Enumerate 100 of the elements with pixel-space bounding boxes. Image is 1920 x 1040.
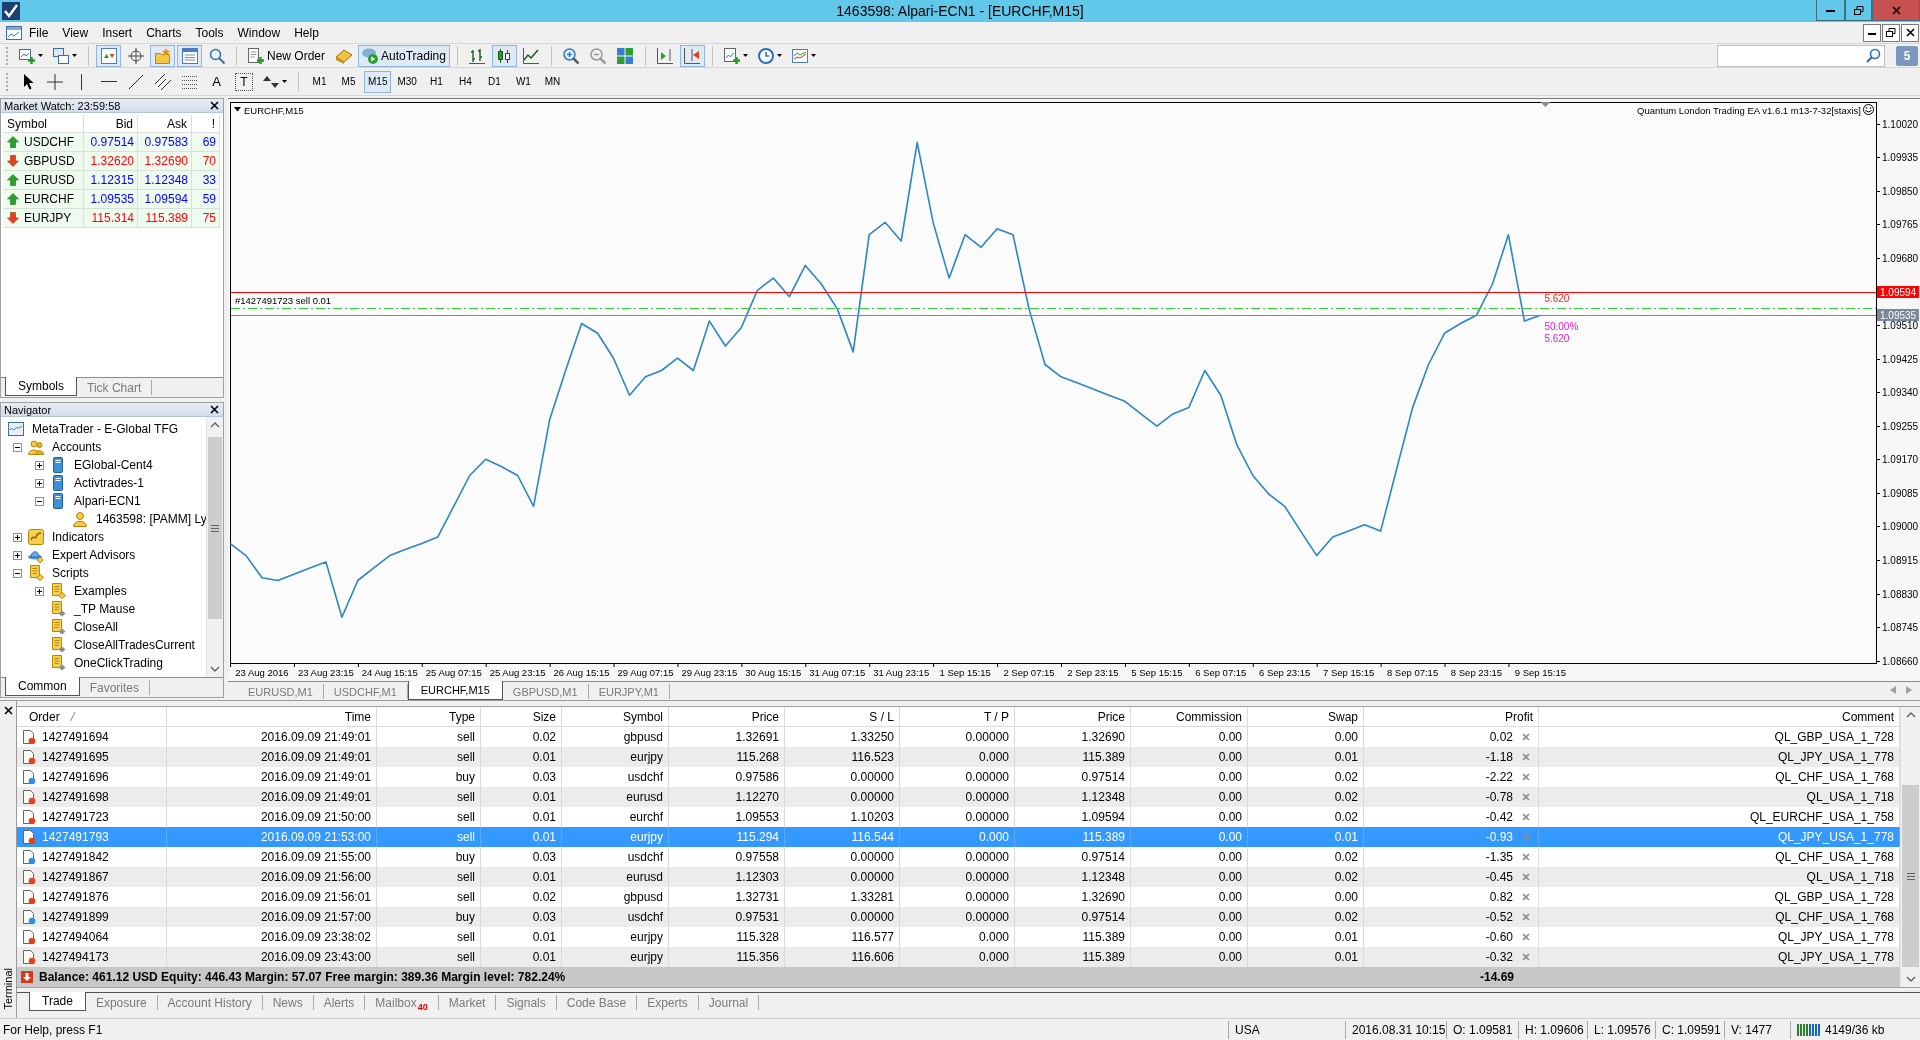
close-order-icon[interactable] (1522, 813, 1530, 821)
menu-item[interactable]: File (22, 23, 56, 42)
dropdown-triangle-icon[interactable] (234, 107, 241, 112)
chart-tab[interactable]: EURJPY,M1 (588, 684, 670, 699)
expand-icon[interactable] (35, 586, 44, 596)
order-row[interactable]: 1427491899 2016.09.09 21:57:00 buy 0.03 usdchf 0.97531 0.00000 0.00000 0.97514 0.00 0.02 -0.52 QL_CHF_USA_1_768 (17, 907, 1900, 927)
period-button[interactable]: W1 (509, 70, 537, 93)
menu-item[interactable]: Charts (139, 23, 189, 42)
close-order-icon[interactable] (1522, 753, 1530, 761)
period-button[interactable]: M1 (306, 70, 333, 93)
tab[interactable]: Account History (157, 995, 263, 1010)
time-axis-label: 1 Sep 15:15 (939, 667, 991, 678)
period-button[interactable]: H1 (422, 70, 450, 93)
tab[interactable]: Code Base (556, 995, 638, 1010)
close-icon[interactable] (210, 101, 219, 110)
close-button[interactable] (1901, 23, 1919, 42)
tab[interactable]: Alerts (313, 995, 366, 1010)
tab[interactable]: Journal (698, 995, 760, 1010)
close-order-icon[interactable] (1522, 793, 1530, 801)
close-order-icon[interactable] (1522, 873, 1530, 881)
chart-tab[interactable]: EURUSD,M1 (238, 684, 324, 699)
tree-item[interactable]: Scripts (52, 566, 89, 580)
tree-item[interactable]: Indicators (52, 530, 105, 544)
collapse-icon[interactable] (13, 568, 22, 578)
period-button[interactable]: M5 (335, 70, 362, 93)
auto-trading-button[interactable]: AutoTrading (358, 44, 450, 67)
profit-value: -0.32 (1485, 950, 1513, 964)
tree-item[interactable]: Activtrades-1 (74, 476, 145, 490)
restore-button[interactable] (1882, 23, 1900, 42)
tab[interactable]: Experts (637, 995, 699, 1010)
tree-item[interactable]: Alpari-ECN1 (74, 494, 141, 508)
tree-item[interactable]: _TP Mause (74, 602, 136, 616)
chart-tab[interactable]: EURCHF,M15 (407, 681, 503, 700)
column-header[interactable]: Order (29, 709, 60, 724)
order-row[interactable]: 1427494173 2016.09.09 23:43:00 sell 0.01 eurjpy 115.356 116.606 0.000 115.389 0.00 0.01 -0.32 QL_JPY_USA_1_778 (17, 947, 1900, 967)
menu-item[interactable]: Insert (95, 23, 140, 42)
tab[interactable]: Common (5, 677, 80, 696)
scrollbar-thumb[interactable] (208, 437, 222, 619)
down-arrow-square-icon[interactable] (21, 971, 33, 983)
tree-item[interactable]: Expert Advisors (52, 548, 136, 562)
text-tool-button[interactable]: A (204, 70, 229, 93)
new-order-button[interactable]: New Order (244, 44, 329, 67)
tree-item[interactable]: CloseAll (74, 620, 118, 634)
tree-item[interactable]: Examples (74, 584, 127, 598)
tree-item[interactable]: MetaTrader - E-Global TFG (32, 422, 179, 436)
chart-tab[interactable]: USDCHF,M1 (323, 684, 408, 699)
minimize-button[interactable] (1816, 0, 1845, 21)
close-order-icon[interactable] (1522, 733, 1530, 741)
tab[interactable]: News (262, 995, 314, 1010)
expand-icon[interactable] (13, 550, 22, 560)
period-button[interactable]: H4 (451, 70, 479, 93)
tab[interactable]: Tick Chart (77, 380, 153, 395)
close-order-icon[interactable] (1522, 953, 1530, 961)
menu-item[interactable]: View (55, 23, 96, 42)
auto-scroll-button[interactable] (679, 44, 705, 67)
menu-item[interactable]: Window (230, 23, 288, 42)
tab[interactable]: Favorites (79, 680, 151, 695)
close-order-icon[interactable] (1522, 913, 1530, 921)
grip-icon (1906, 872, 1915, 880)
tree-item[interactable]: OneClickTrading (74, 656, 163, 670)
period-button[interactable]: M30 (393, 70, 421, 93)
tree-item[interactable]: CloseAllTradesCurrent (74, 638, 195, 652)
search-field[interactable] (1717, 44, 1885, 67)
panel-toggle-button[interactable] (177, 44, 202, 67)
close-order-icon[interactable] (1522, 773, 1530, 781)
order-row[interactable]: 1427491698 2016.09.09 21:49:01 sell 0.01 eurusd 1.12270 0.00000 0.00000 1.12348 0.00 0.02 -0.78 QL_USA_1_718 (17, 787, 1900, 807)
expand-icon[interactable] (13, 532, 22, 542)
tab[interactable]: Market (438, 995, 497, 1010)
tree-item[interactable]: Accounts (52, 440, 102, 454)
period-button[interactable]: M15 (364, 70, 392, 93)
tab[interactable]: Signals (496, 995, 557, 1010)
collapse-icon[interactable] (35, 496, 44, 506)
panel-toggle-button[interactable] (96, 44, 121, 67)
close-order-icon[interactable] (1522, 933, 1530, 941)
order-row[interactable]: 1427491867 2016.09.09 21:56:00 sell 0.01 eurusd 1.12303 0.00000 0.00000 1.12348 0.00 0.02 -0.45 QL_USA_1_718 (17, 867, 1900, 887)
tree-item[interactable]: EGlobal-Cent4 (74, 458, 153, 472)
collapse-icon[interactable] (13, 442, 22, 452)
expand-icon[interactable] (35, 478, 44, 488)
chart-tab[interactable]: GBPUSD,M1 (502, 684, 589, 699)
triangle-marker-icon[interactable] (1540, 102, 1551, 107)
label-tool-button[interactable]: T (235, 72, 253, 91)
panel-toggle-button[interactable] (150, 44, 175, 67)
tab[interactable]: Trade (29, 992, 86, 1011)
chart-type-button[interactable] (491, 44, 517, 67)
tree-item[interactable]: 1463598: [PAMM] Ly (96, 512, 206, 526)
tab[interactable]: Exposure (85, 995, 158, 1010)
restore-button[interactable] (1845, 0, 1872, 21)
menu-item[interactable]: Help (287, 23, 326, 42)
scrollbar-thumb[interactable] (1902, 785, 1919, 967)
close-order-icon[interactable] (1522, 893, 1530, 901)
menu-item[interactable]: Tools (188, 23, 231, 42)
close-icon[interactable] (210, 405, 219, 414)
order-row[interactable]: 1427491695 2016.09.09 21:49:01 sell 0.01 eurjpy 115.268 116.523 0.000 115.389 0.00 0.01 -1.18 QL_JPY_USA_1_778 (17, 747, 1900, 767)
period-button[interactable]: MN (538, 70, 566, 93)
expand-icon[interactable] (35, 460, 44, 470)
tab[interactable]: Symbols (5, 377, 77, 396)
period-button[interactable]: D1 (480, 70, 508, 93)
close-order-icon[interactable] (1522, 853, 1530, 861)
close-icon[interactable] (3, 706, 13, 715)
minimize-button[interactable] (1863, 23, 1881, 42)
